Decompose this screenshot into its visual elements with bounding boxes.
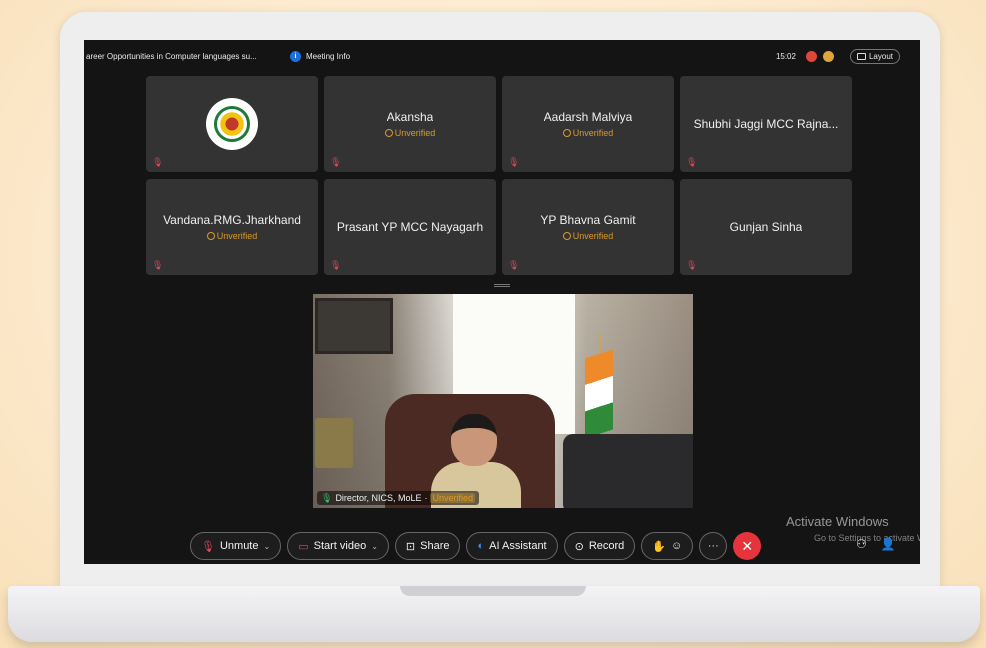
participant-tile[interactable]: Akansha Unverified 🎙 [324, 76, 496, 172]
participant-tile[interactable]: Shubhi Jaggi MCC Rajna... 🎙 [680, 76, 852, 172]
layout-icon [856, 52, 866, 60]
video-off-icon: ▭ [298, 540, 309, 553]
unverified-badge: Unverified [562, 128, 614, 138]
participant-name: Vandana.RMG.Jharkhand [163, 213, 301, 227]
participant-tile[interactable]: Prasant YP MCC Nayagarh 🎙 [324, 179, 496, 275]
mic-muted-icon: 🎙 [201, 540, 215, 553]
meeting-controls: 🎙 Unmute ⌄ ▭ Start video ⌄ ⊡ Share ◐ AI … [190, 531, 762, 561]
unverified-badge: Unverified [562, 231, 614, 241]
mic-on-icon: 🎙 [321, 492, 333, 503]
participant-tile[interactable]: 🎙 [146, 76, 318, 172]
participant-name: YP Bhavna Gamit [540, 213, 636, 227]
ai-assistant-label: AI Assistant [489, 540, 547, 552]
clock-icon [384, 129, 393, 137]
speaker-name: Director, NICS, MoLE [335, 493, 422, 503]
raise-hand-icon: ✋ [652, 540, 667, 553]
organization-logo [206, 98, 258, 150]
record-icon: ⊙ [574, 540, 584, 553]
mic-muted-icon: 🎙 [686, 157, 698, 167]
panel-controls: ⚇ 👤 [856, 537, 896, 551]
mic-muted-icon: 🎙 [508, 260, 520, 270]
reactions-button[interactable]: ✋ ☺ [641, 532, 694, 560]
title-bar: areer Opportunities in Computer language… [84, 40, 920, 72]
meeting-clock: 15:02 [775, 51, 796, 61]
activate-windows-title: Activate Windows [786, 514, 889, 529]
video-scene-frame [315, 298, 393, 354]
participant-name: Gunjan Sinha [729, 220, 803, 234]
video-scene-flag [585, 349, 613, 439]
title-bar-right: 15:02 Layout [775, 48, 920, 64]
more-icon: ··· [707, 540, 719, 552]
end-call-button[interactable]: ✕ [733, 532, 762, 560]
participant-tile[interactable]: Vandana.RMG.Jharkhand Unverified 🎙 [146, 179, 318, 275]
chevron-down-icon[interactable]: ⌄ [371, 542, 378, 551]
participant-name: Akansha [386, 110, 434, 124]
meeting-window: areer Opportunities in Computer language… [84, 40, 920, 564]
clock-icon [206, 232, 215, 240]
unmute-button[interactable]: 🎙 Unmute ⌄ [190, 532, 282, 560]
participant-tile[interactable]: Aadarsh Malviya Unverified 🎙 [502, 76, 674, 172]
layout-label: Layout [868, 51, 893, 61]
ai-assistant-icon: ◐ [477, 540, 485, 552]
mic-muted-icon: 🎙 [330, 157, 342, 167]
video-scene-sofa [563, 434, 693, 508]
unverified-label: Unverified [572, 128, 614, 138]
share-label: Share [420, 540, 450, 552]
meeting-info-label: Meeting Info [306, 51, 351, 61]
share-screen-icon: ⊡ [405, 540, 416, 553]
recording-status-icon[interactable] [805, 50, 817, 62]
mic-muted-icon: 🎙 [152, 157, 164, 167]
clock-icon [562, 232, 571, 240]
participant-tile[interactable]: Gunjan Sinha 🎙 [680, 179, 852, 275]
video-scene-person-head [451, 414, 497, 466]
meeting-info-button[interactable]: i Meeting Info [290, 50, 351, 62]
laptop-notch [400, 586, 586, 596]
participant-name: Aadarsh Malviya [543, 110, 633, 124]
video-scene-plaque [315, 418, 353, 468]
active-speaker-video[interactable]: 🎙 Director, NICS, MoLE · Unverified [313, 294, 693, 508]
mic-muted-icon: 🎙 [686, 260, 698, 270]
apps-icon[interactable]: ⚇ [856, 537, 867, 551]
ai-assistant-button[interactable]: ◐ AI Assistant [466, 532, 558, 560]
participant-grid: 🎙 Akansha Unverified 🎙 Aadarsh Malviya U… [146, 76, 860, 275]
record-label: Record [588, 540, 625, 552]
participants-icon[interactable]: 👤 [881, 537, 896, 551]
start-video-button[interactable]: ▭ Start video ⌄ [287, 532, 389, 560]
resize-handle[interactable] [494, 284, 510, 287]
speaker-unverified-badge: Unverified [430, 493, 475, 503]
layout-button[interactable]: Layout [849, 48, 900, 64]
unverified-label: Unverified [216, 231, 258, 241]
participant-name: Shubhi Jaggi MCC Rajna... [693, 117, 839, 131]
unverified-badge: Unverified [384, 128, 436, 138]
reaction-icon: ☺ [671, 540, 683, 552]
end-call-icon: ✕ [741, 537, 754, 554]
clock-icon [562, 129, 571, 137]
start-video-label: Start video [313, 540, 367, 552]
connection-status-icon[interactable] [822, 50, 834, 62]
participant-name: Prasant YP MCC Nayagarh [336, 220, 484, 234]
caption-separator: · [424, 493, 428, 503]
more-button[interactable]: ··· [699, 532, 728, 560]
meeting-info-icon: i [290, 50, 301, 62]
mic-muted-icon: 🎙 [330, 260, 342, 270]
participant-tile[interactable]: YP Bhavna Gamit Unverified 🎙 [502, 179, 674, 275]
chevron-down-icon[interactable]: ⌄ [264, 542, 271, 551]
unverified-label: Unverified [394, 128, 436, 138]
unmute-label: Unmute [219, 540, 259, 552]
mic-muted-icon: 🎙 [508, 157, 520, 167]
unverified-badge: Unverified [206, 231, 258, 241]
record-button[interactable]: ⊙ Record [563, 532, 636, 560]
video-name-caption: 🎙 Director, NICS, MoLE · Unverified [317, 491, 479, 505]
share-button[interactable]: ⊡ Share [394, 532, 461, 560]
meeting-title: areer Opportunities in Computer language… [86, 51, 257, 61]
unverified-label: Unverified [572, 231, 614, 241]
mic-muted-icon: 🎙 [152, 260, 164, 270]
emblem-icon [214, 106, 250, 142]
